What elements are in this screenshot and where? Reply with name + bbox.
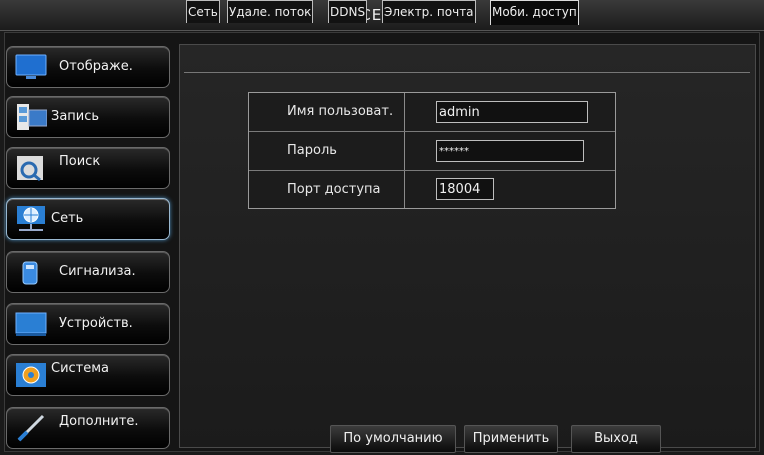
form-row-port: Порт доступа xyxy=(249,170,615,209)
sidebar-item-label: Сеть xyxy=(51,211,84,226)
sidebar-item-label: Система xyxy=(51,361,110,376)
film-icon xyxy=(17,104,47,130)
sidebar-item-device[interactable]: Устройств. xyxy=(6,303,170,345)
device-icon xyxy=(15,312,47,336)
tab-divider xyxy=(184,72,750,73)
sidebar-item-label: Отображе. xyxy=(59,59,133,74)
sidebar-item-alarm[interactable]: Сигнализа. xyxy=(6,251,170,293)
sidebar-item-label: Запись xyxy=(51,109,100,124)
sidebar-item-search[interactable]: Поиск xyxy=(6,147,170,189)
magnifier-icon xyxy=(17,156,43,182)
password-input[interactable]: ****** xyxy=(436,140,584,162)
sidebar-item-label: Сигнализа. xyxy=(59,264,136,279)
apply-button[interactable]: Применить xyxy=(464,425,558,453)
alarm-icon xyxy=(22,261,38,285)
tab-ddns[interactable]: DDNS xyxy=(328,0,368,23)
sidebar-item-advanced[interactable]: Дополните. xyxy=(6,407,170,449)
sidebar-item-system[interactable]: Система xyxy=(6,354,170,396)
password-label: Пароль xyxy=(287,143,337,158)
monitor-icon xyxy=(15,54,47,79)
sidebar-item-label: Устройств. xyxy=(59,316,133,331)
username-input[interactable]: admin xyxy=(436,101,588,123)
gear-icon xyxy=(16,363,46,387)
network-globe-icon xyxy=(17,206,45,231)
sidebar-item-display[interactable]: Отображе. xyxy=(6,46,170,88)
port-input[interactable]: 18004 xyxy=(436,178,494,200)
sidebar-item-label: Дополните. xyxy=(59,414,139,429)
sidebar-item-record[interactable]: Запись xyxy=(6,96,170,138)
default-button[interactable]: По умолчанию xyxy=(330,425,456,453)
tab-mobile-access[interactable]: Моби. доступ xyxy=(490,0,579,25)
exit-button[interactable]: Выход xyxy=(571,425,661,453)
sidebar-item-label: Поиск xyxy=(59,154,101,169)
tab-network[interactable]: Сеть xyxy=(186,0,220,23)
tab-email[interactable]: Электр. почта xyxy=(382,0,476,23)
username-label: Имя пользоват. xyxy=(287,104,394,119)
sidebar-item-network[interactable]: Сеть xyxy=(6,198,170,240)
tools-icon xyxy=(17,414,45,442)
port-label: Порт доступа xyxy=(287,182,381,197)
tab-remote-stream[interactable]: Удале. поток xyxy=(227,0,314,23)
